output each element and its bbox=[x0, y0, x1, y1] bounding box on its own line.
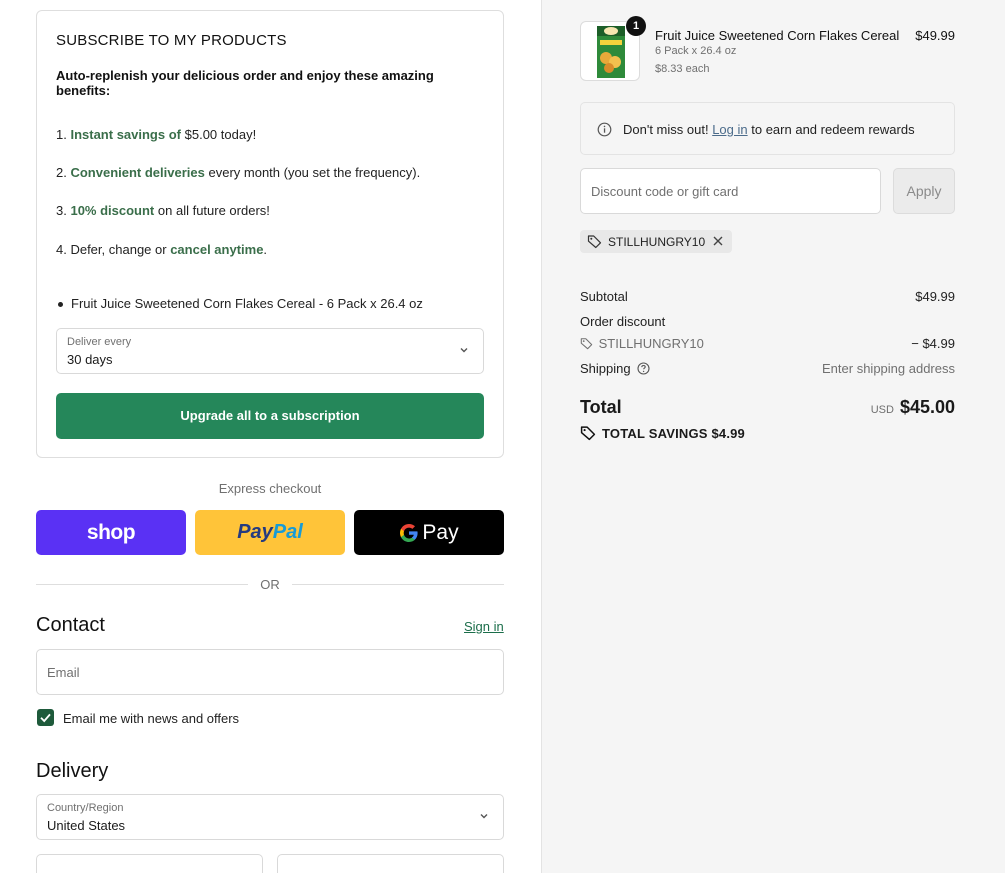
benefit-2: 2. Convenient deliveries every month (yo… bbox=[56, 165, 421, 180]
discount-code-field[interactable] bbox=[580, 168, 881, 214]
delivery-heading: Delivery bbox=[36, 760, 109, 782]
help-circle-icon[interactable] bbox=[637, 362, 650, 375]
first-name-field[interactable] bbox=[36, 854, 263, 873]
google-pay-button[interactable]: Pay bbox=[354, 510, 504, 555]
subtotal-value: $49.99 bbox=[915, 289, 955, 304]
contact-heading: Contact bbox=[36, 614, 105, 636]
total-label: Total bbox=[580, 397, 622, 417]
deliver-every-label: Deliver every bbox=[67, 336, 132, 348]
news-offers-checkbox[interactable] bbox=[37, 709, 54, 726]
info-icon bbox=[597, 122, 612, 137]
country-region-select[interactable]: Country/Region United States bbox=[36, 794, 504, 840]
email-input[interactable] bbox=[37, 650, 503, 694]
checkmark-icon bbox=[40, 713, 51, 723]
tag-icon bbox=[587, 235, 602, 249]
deliver-every-value: 30 days bbox=[67, 352, 113, 367]
or-divider: OR bbox=[36, 576, 504, 592]
rewards-text: Don't miss out! Log in to earn and redee… bbox=[623, 122, 915, 137]
applied-discount-tag: STILLHUNGRY10 bbox=[580, 230, 732, 253]
divider-line-right bbox=[292, 584, 504, 585]
discount-code-input[interactable] bbox=[581, 169, 880, 213]
total-amount: USD $45.00 bbox=[871, 397, 955, 418]
rewards-login-link[interactable]: Log in bbox=[712, 122, 747, 137]
order-discount-code-row: STILLHUNGRY10 bbox=[580, 336, 704, 351]
currency-code: USD bbox=[870, 404, 894, 416]
product-name: Fruit Juice Sweetened Corn Flakes Cereal bbox=[655, 28, 900, 43]
sign-in-link[interactable]: Sign in bbox=[464, 619, 504, 634]
applied-discount-code: STILLHUNGRY10 bbox=[608, 235, 706, 249]
shop-logo: shop bbox=[86, 520, 136, 544]
chevron-down-icon bbox=[480, 814, 488, 819]
paypal-logo-pay: Pay bbox=[237, 521, 273, 543]
express-checkout-label: Express checkout bbox=[218, 481, 322, 496]
shipping-value: Enter shipping address bbox=[822, 361, 955, 376]
checkout-main: SUBSCRIBE TO MY PRODUCTS Auto-replenish … bbox=[0, 0, 541, 873]
shipping-row: Shipping bbox=[580, 361, 650, 376]
total-savings: TOTAL SAVINGS $4.99 bbox=[580, 425, 745, 441]
gpay-label: Pay bbox=[422, 520, 459, 544]
deliver-every-select[interactable]: Deliver every 30 days bbox=[56, 328, 484, 374]
subscription-intro: Auto-replenish your delicious order and … bbox=[56, 68, 434, 98]
subscription-title: SUBSCRIBE TO MY PRODUCTS bbox=[56, 32, 287, 49]
product-unit-price: $8.33 each bbox=[655, 63, 710, 75]
rewards-banner: Don't miss out! Log in to earn and redee… bbox=[580, 102, 955, 155]
apply-discount-button[interactable]: Apply bbox=[893, 168, 955, 214]
last-name-field[interactable] bbox=[277, 854, 504, 873]
subtotal-label: Subtotal bbox=[580, 289, 628, 304]
country-region-value: United States bbox=[47, 818, 126, 833]
order-discount-label: Order discount bbox=[580, 314, 666, 329]
shop-pay-button[interactable]: shop bbox=[36, 510, 186, 555]
product-price: $49.99 bbox=[915, 28, 955, 43]
subscription-panel: SUBSCRIBE TO MY PRODUCTS Auto-replenish … bbox=[36, 10, 504, 458]
benefit-4: 4. Defer, change or cancel anytime. bbox=[56, 242, 268, 257]
paypal-button[interactable]: Pay Pal bbox=[195, 510, 345, 555]
paypal-logo-pal: Pal bbox=[272, 521, 303, 543]
order-discount-code: STILLHUNGRY10 bbox=[598, 336, 704, 351]
chevron-down-icon bbox=[460, 348, 468, 353]
country-region-label: Country/Region bbox=[47, 802, 124, 814]
benefit-3: 3. 10% discount on all future orders! bbox=[56, 203, 270, 218]
email-field[interactable] bbox=[36, 649, 504, 695]
news-offers-label: Email me with news and offers bbox=[63, 711, 240, 726]
product-variant: 6 Pack x 26.4 oz bbox=[655, 45, 737, 57]
upgrade-subscription-button[interactable]: Upgrade all to a subscription bbox=[56, 393, 484, 439]
google-g-icon bbox=[400, 523, 419, 542]
remove-discount-icon[interactable] bbox=[710, 233, 726, 249]
order-discount-value: − $4.99 bbox=[911, 336, 955, 351]
benefit-1: 1. Instant savings of $5.00 today! bbox=[56, 127, 257, 142]
total-value: $45.00 bbox=[899, 397, 955, 417]
tag-icon bbox=[580, 338, 593, 350]
shipping-label: Shipping bbox=[580, 361, 631, 376]
tag-icon bbox=[580, 426, 596, 441]
quantity-badge: 1 bbox=[626, 16, 646, 36]
subscription-product-item: Fruit Juice Sweetened Corn Flakes Cereal… bbox=[58, 296, 423, 311]
